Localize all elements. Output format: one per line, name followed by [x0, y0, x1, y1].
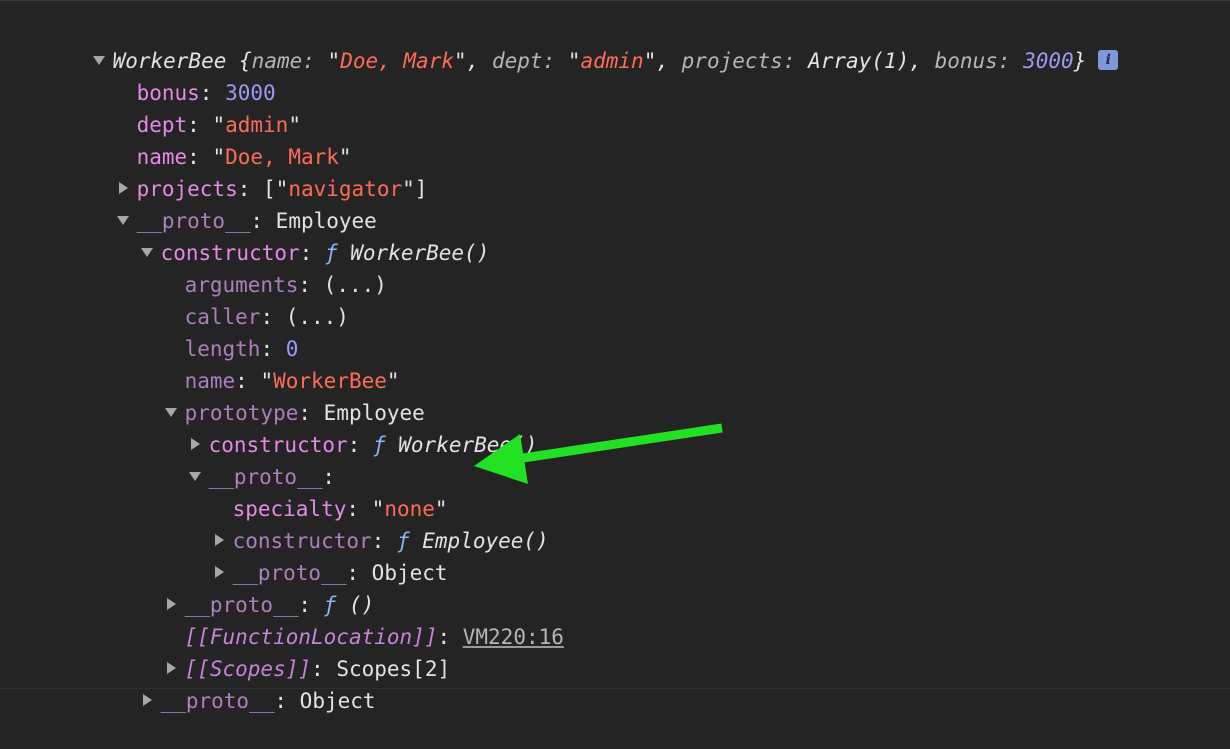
property-prototype[interactable]: prototype: Employee	[114, 365, 425, 425]
arrow-head	[474, 434, 528, 484]
property-employee-constructor[interactable]: constructor: ƒ Employee()	[162, 493, 549, 553]
property-function-location: [[FunctionLocation]]: VM220:16	[184, 625, 564, 649]
preview-value: 3000	[1023, 49, 1074, 73]
preview-value: Array(1)	[808, 49, 910, 73]
tree-root-workerbee[interactable]: WorkerBee {name: "Doe, Mark", dept: "adm…	[42, 13, 1119, 73]
property-value: Object	[299, 689, 376, 713]
preview-key: bonus	[934, 49, 998, 73]
bottom-border	[0, 688, 1230, 689]
property-value: Object	[371, 561, 448, 585]
property-scopes[interactable]: [[Scopes]]: Scopes[2]	[114, 621, 450, 681]
property-projects[interactable]: projects: ["navigator"]	[66, 141, 427, 201]
property-name: name: "Doe, Mark"	[136, 145, 352, 169]
preview-key: dept	[491, 49, 543, 73]
property-specialty: specialty: "none"	[232, 497, 448, 521]
property-proto-employee[interactable]: __proto__: Employee	[66, 173, 377, 233]
top-border	[0, 0, 1230, 1]
property-root-proto[interactable]: __proto__: Object	[90, 653, 376, 713]
property-employee-proto[interactable]: __proto__: Object	[162, 525, 448, 585]
property-length: length: 0	[184, 337, 299, 361]
function-icon: ƒ	[372, 433, 386, 457]
source-link[interactable]: VM220:16	[463, 625, 564, 649]
property-prototype-proto[interactable]: __proto__:	[138, 429, 335, 489]
info-icon[interactable]: i	[1098, 50, 1119, 70]
preview-value: Doe, Mark	[340, 49, 454, 73]
arrow-shaft	[509, 423, 723, 465]
preview-close: }	[1073, 49, 1087, 73]
annotation-arrow-icon	[474, 423, 723, 484]
property-constructor-proto[interactable]: __proto__: ƒ ()	[114, 557, 374, 617]
expand-triangle-icon[interactable]	[142, 694, 152, 706]
property-caller[interactable]: caller: (...)	[134, 269, 349, 329]
preview-value: admin	[580, 49, 644, 73]
property-bonus: bonus: 3000	[136, 81, 276, 105]
preview-key: projects	[681, 49, 783, 73]
property-fn-name: name: "WorkerBee"	[184, 369, 400, 393]
property-arguments[interactable]: arguments: (...)	[134, 237, 387, 297]
property-dept: dept: "admin"	[136, 113, 301, 137]
property-key: __proto__	[160, 689, 275, 713]
property-constructor[interactable]: constructor: ƒ WorkerBee()	[90, 205, 489, 265]
